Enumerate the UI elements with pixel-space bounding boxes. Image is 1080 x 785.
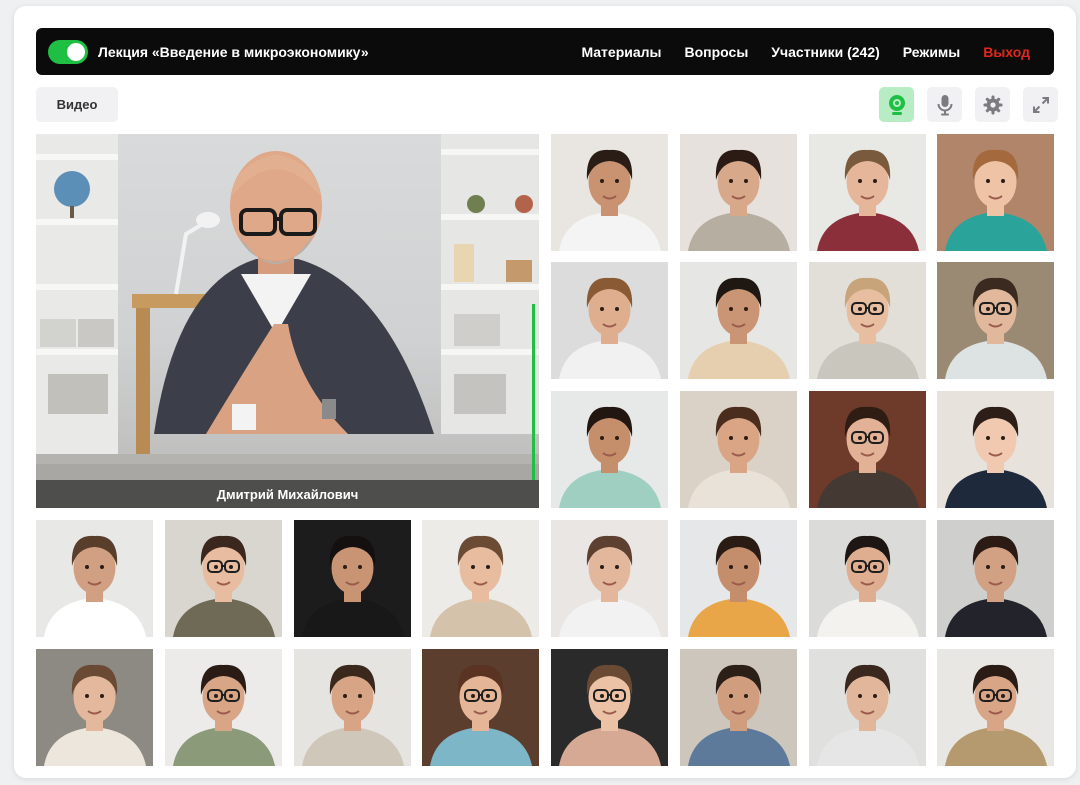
gear-icon bbox=[983, 95, 1002, 114]
participant-tile[interactable] bbox=[551, 134, 668, 251]
camera-button[interactable] bbox=[879, 87, 914, 122]
participant-avatar bbox=[809, 649, 926, 766]
participant-avatar bbox=[551, 262, 668, 379]
participant-tile[interactable] bbox=[551, 520, 668, 637]
settings-button[interactable] bbox=[975, 87, 1010, 122]
microphone-icon bbox=[937, 94, 952, 115]
participant-avatar bbox=[165, 649, 282, 766]
participant-tile[interactable] bbox=[809, 520, 926, 637]
participant-avatar bbox=[551, 520, 668, 637]
participant-avatar bbox=[551, 391, 668, 508]
participant-avatar bbox=[551, 649, 668, 766]
participant-tile[interactable] bbox=[937, 649, 1054, 766]
participant-tile[interactable] bbox=[809, 649, 926, 766]
participant-avatar bbox=[165, 520, 282, 637]
microphone-button[interactable] bbox=[927, 87, 962, 122]
nav-questions[interactable]: Вопросы bbox=[685, 44, 749, 60]
participant-tile[interactable] bbox=[680, 262, 797, 379]
participant-avatar bbox=[937, 520, 1054, 637]
participant-avatar bbox=[680, 134, 797, 251]
fullscreen-button[interactable] bbox=[1023, 87, 1058, 122]
participant-avatar bbox=[937, 649, 1054, 766]
speaker-video[interactable]: Дмитрий Михайлович bbox=[36, 134, 539, 508]
participant-tile[interactable] bbox=[551, 649, 668, 766]
participant-avatar bbox=[937, 391, 1054, 508]
participant-tile[interactable] bbox=[422, 520, 539, 637]
participant-tile[interactable] bbox=[165, 520, 282, 637]
speaker-scene bbox=[36, 134, 539, 508]
participant-tile[interactable] bbox=[809, 391, 926, 508]
lecture-title: Лекция «Введение в микроэкономику» bbox=[98, 43, 369, 60]
participant-tile[interactable] bbox=[937, 134, 1054, 251]
participant-avatar bbox=[680, 391, 797, 508]
participant-tile[interactable] bbox=[937, 391, 1054, 508]
participant-avatar bbox=[422, 520, 539, 637]
participant-tile[interactable] bbox=[809, 262, 926, 379]
participant-tile[interactable] bbox=[809, 134, 926, 251]
broadcast-toggle[interactable] bbox=[48, 39, 88, 64]
participant-avatar bbox=[680, 262, 797, 379]
participant-tile[interactable] bbox=[165, 649, 282, 766]
video-button[interactable]: Видео bbox=[36, 87, 118, 122]
toggle-knob bbox=[67, 42, 85, 61]
expand-icon bbox=[1032, 96, 1049, 113]
participant-tile[interactable] bbox=[294, 649, 411, 766]
header-nav: Материалы Вопросы Участники (242) Режимы… bbox=[581, 44, 1030, 60]
participant-tile[interactable] bbox=[680, 520, 797, 637]
media-controls bbox=[879, 87, 1058, 122]
participant-avatar bbox=[809, 391, 926, 508]
participant-tile[interactable] bbox=[937, 520, 1054, 637]
participant-avatar bbox=[937, 262, 1054, 379]
participant-avatar bbox=[809, 134, 926, 251]
participant-avatar bbox=[422, 649, 539, 766]
participant-tile[interactable] bbox=[36, 649, 153, 766]
participant-avatar bbox=[809, 262, 926, 379]
speaking-indicator bbox=[532, 304, 535, 480]
participant-avatar bbox=[680, 649, 797, 766]
participant-avatar bbox=[36, 649, 153, 766]
participant-tile[interactable] bbox=[937, 262, 1054, 379]
nav-participants[interactable]: Участники (242) bbox=[771, 44, 880, 60]
participant-tile[interactable] bbox=[680, 391, 797, 508]
participant-avatar bbox=[551, 134, 668, 251]
nav-modes[interactable]: Режимы bbox=[903, 44, 960, 60]
header-bar: Лекция «Введение в микроэкономику» Матер… bbox=[36, 28, 1054, 75]
participant-tile[interactable] bbox=[422, 649, 539, 766]
participant-tile[interactable] bbox=[680, 649, 797, 766]
participant-tile[interactable] bbox=[551, 391, 668, 508]
participant-avatar bbox=[680, 520, 797, 637]
camera-icon bbox=[888, 94, 905, 115]
participant-avatar bbox=[294, 520, 411, 637]
participant-tile[interactable] bbox=[551, 262, 668, 379]
speaker-name: Дмитрий Михайлович bbox=[36, 480, 539, 508]
participant-tile[interactable] bbox=[680, 134, 797, 251]
nav-exit[interactable]: Выход bbox=[983, 44, 1030, 60]
participant-avatar bbox=[809, 520, 926, 637]
participant-tile[interactable] bbox=[294, 520, 411, 637]
participant-avatar bbox=[937, 134, 1054, 251]
participant-avatar bbox=[36, 520, 153, 637]
nav-materials[interactable]: Материалы bbox=[581, 44, 661, 60]
participant-avatar bbox=[294, 649, 411, 766]
participant-tile[interactable] bbox=[36, 520, 153, 637]
